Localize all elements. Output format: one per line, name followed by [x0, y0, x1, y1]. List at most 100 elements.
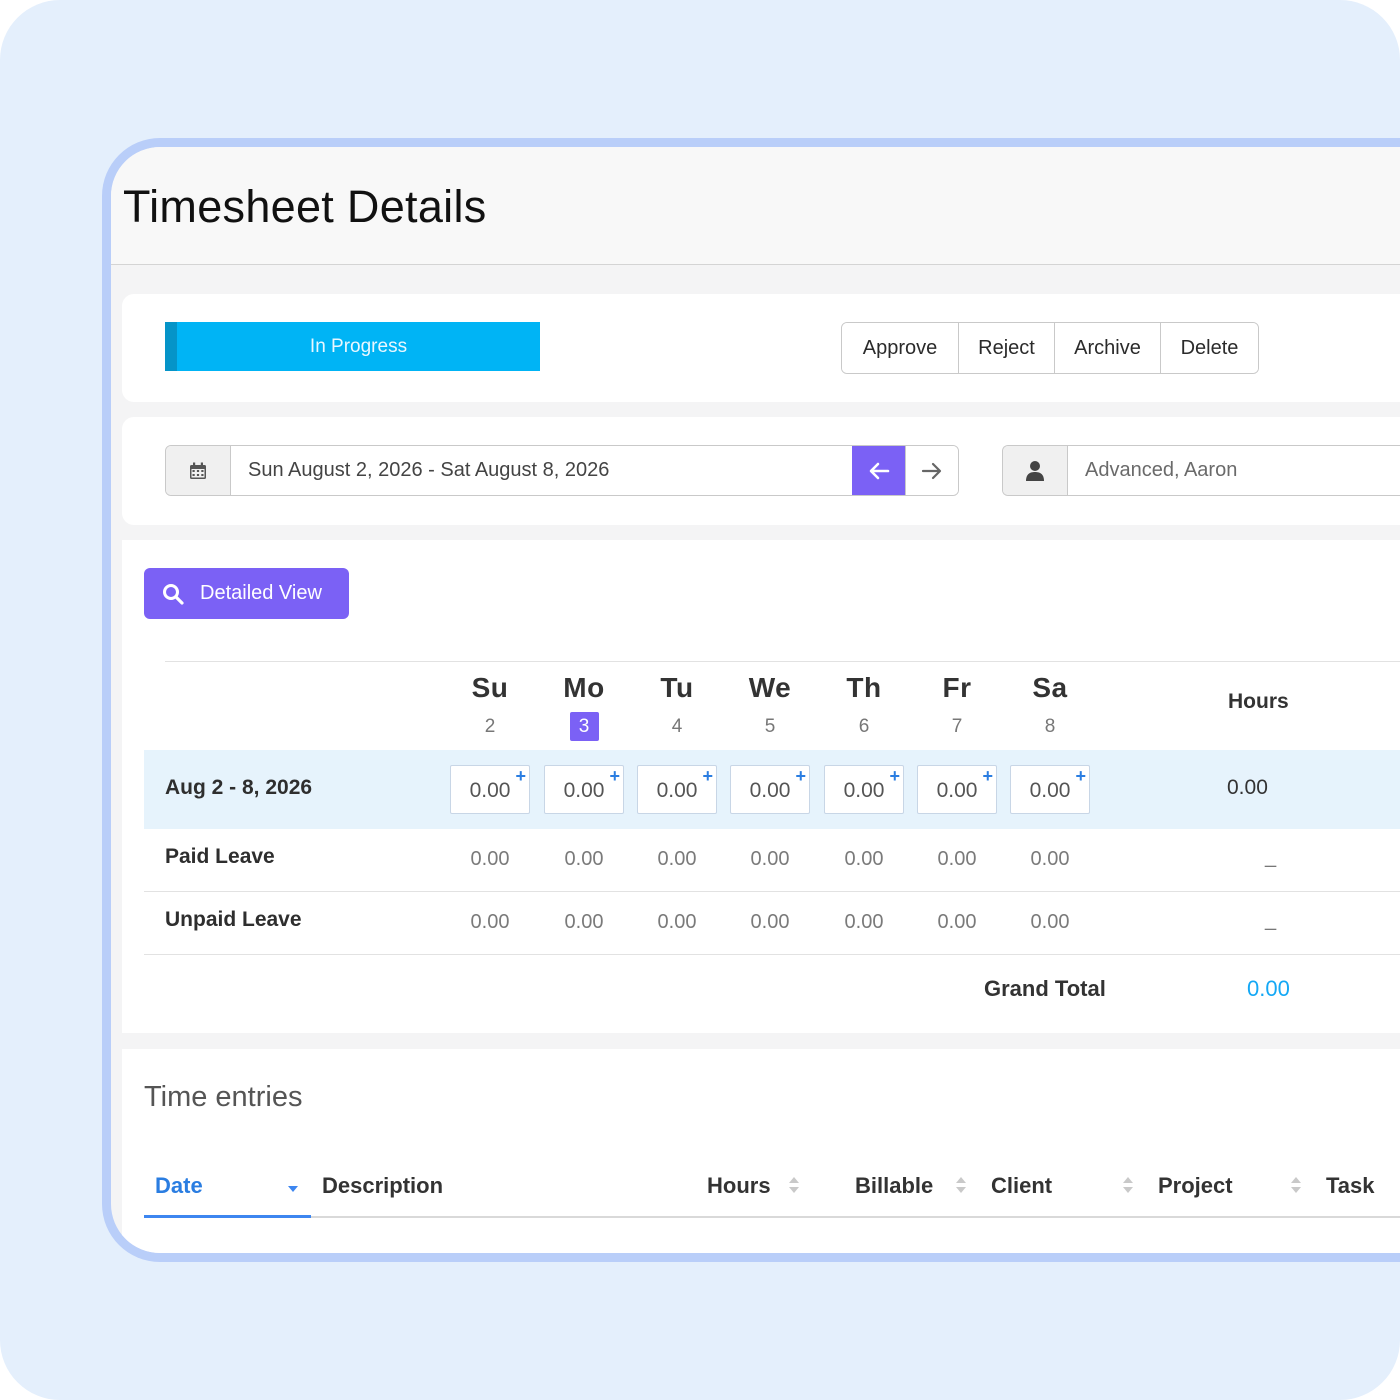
- today-badge: 3: [569, 712, 599, 741]
- leave-label: Unpaid Leave: [165, 908, 302, 931]
- hours-input-sa[interactable]: 0.00 +: [1010, 765, 1090, 814]
- week-total-hours: 0.00: [1227, 776, 1268, 799]
- column-header-client[interactable]: Client: [991, 1173, 1052, 1199]
- reject-button[interactable]: Reject: [959, 323, 1055, 373]
- column-header-date[interactable]: Date: [155, 1173, 203, 1199]
- delete-button[interactable]: Delete: [1161, 323, 1258, 373]
- day-header-su: Su 2: [450, 672, 530, 742]
- sort-icon[interactable]: [787, 1174, 801, 1196]
- day-header-mo: Mo 3: [544, 672, 624, 742]
- day-number: 5: [764, 716, 776, 737]
- leave-label: Paid Leave: [165, 845, 275, 868]
- leave-value: 0.00: [657, 848, 697, 870]
- day-name: Th: [846, 672, 882, 703]
- hours-input-value: 0.00: [563, 779, 605, 802]
- grand-total-value: 0.00: [1247, 976, 1290, 1001]
- sort-desc-icon[interactable]: [286, 1174, 300, 1196]
- hours-input-value: 0.00: [469, 779, 511, 802]
- user-name: Advanced, Aaron: [1085, 459, 1238, 481]
- hours-input-th[interactable]: 0.00 +: [824, 765, 904, 814]
- status-card: In Progress Approve Reject Archive Delet…: [122, 294, 1400, 402]
- hours-input-fr[interactable]: 0.00 +: [917, 765, 997, 814]
- leave-value: 0.00: [564, 848, 604, 870]
- active-sort-underline: [144, 1215, 311, 1218]
- leave-value: 0.00: [937, 911, 977, 933]
- hours-input-su[interactable]: 0.00 +: [450, 765, 530, 814]
- hours-input-tu[interactable]: 0.00 +: [637, 765, 717, 814]
- column-header-project[interactable]: Project: [1158, 1173, 1233, 1199]
- leave-value: 0.00: [844, 848, 884, 870]
- calendar-icon[interactable]: [166, 446, 231, 495]
- hours-input-mo[interactable]: 0.00 +: [544, 765, 624, 814]
- date-range-picker: Sun August 2, 2026 - Sat August 8, 2026: [165, 445, 959, 496]
- day-header-th: Th 6: [824, 672, 904, 742]
- arrow-right-icon: [921, 462, 942, 479]
- day-name: We: [748, 672, 792, 703]
- detailed-view-label: Detailed View: [200, 582, 322, 604]
- plus-icon[interactable]: +: [609, 767, 620, 785]
- date-range-text[interactable]: Sun August 2, 2026 - Sat August 8, 2026: [231, 446, 852, 495]
- plus-icon[interactable]: +: [702, 767, 713, 785]
- sort-icon[interactable]: [1289, 1174, 1303, 1196]
- leave-value: 0.00: [937, 848, 977, 870]
- hours-input-value: 0.00: [843, 779, 885, 802]
- leave-value: 0.00: [750, 911, 790, 933]
- leave-value: 0.00: [1030, 911, 1070, 933]
- page-header: Timesheet Details: [111, 147, 1400, 265]
- day-name: Su: [471, 672, 509, 703]
- status-badge: In Progress: [165, 322, 540, 371]
- day-header-tu: Tu 4: [637, 672, 717, 742]
- user-icon: [1003, 446, 1068, 495]
- hours-input-value: 0.00: [749, 779, 791, 802]
- leave-value: 0.00: [470, 911, 510, 933]
- hours-input-value: 0.00: [1029, 779, 1071, 802]
- leave-value: 0.00: [750, 848, 790, 870]
- column-header-description[interactable]: Description: [322, 1173, 443, 1199]
- arrow-left-icon: [869, 462, 889, 479]
- day-header-fr: Fr 7: [917, 672, 997, 742]
- leave-value: 0.00: [1030, 848, 1070, 870]
- archive-button[interactable]: Archive: [1055, 323, 1161, 373]
- column-header-billable[interactable]: Billable: [855, 1173, 933, 1199]
- leave-value: 0.00: [844, 911, 884, 933]
- day-number: 4: [671, 716, 683, 737]
- leave-value: 0.00: [564, 911, 604, 933]
- next-week-button[interactable]: [905, 446, 958, 495]
- hours-input-value: 0.00: [936, 779, 978, 802]
- user-selector[interactable]: Advanced, Aaron: [1002, 445, 1400, 496]
- hours-input-value: 0.00: [656, 779, 698, 802]
- leave-total: _: [1265, 846, 1277, 868]
- plus-icon[interactable]: +: [1075, 767, 1086, 785]
- plus-icon[interactable]: +: [795, 767, 806, 785]
- approve-button[interactable]: Approve: [842, 323, 959, 373]
- weekly-grid-card: Detailed View Su 2 Mo 3 Tu 4 We 5 Th 6 F…: [122, 540, 1400, 1033]
- day-header-we: We 5: [730, 672, 810, 742]
- range-card: Sun August 2, 2026 - Sat August 8, 2026: [122, 417, 1400, 525]
- plus-icon[interactable]: +: [982, 767, 993, 785]
- hours-column-header: Hours: [1228, 690, 1289, 713]
- column-header-task[interactable]: Task: [1326, 1173, 1375, 1199]
- timesheet-window: Timesheet Details In Progress Approve Re…: [102, 138, 1400, 1262]
- column-header-hours[interactable]: Hours: [707, 1173, 771, 1199]
- day-number: 8: [1044, 716, 1056, 737]
- table-header-divider: [144, 1216, 1400, 1218]
- sort-icon[interactable]: [954, 1174, 968, 1196]
- plus-icon[interactable]: +: [889, 767, 900, 785]
- sort-icon[interactable]: [1121, 1174, 1135, 1196]
- previous-week-button[interactable]: [852, 446, 905, 495]
- leave-total: _: [1265, 909, 1277, 931]
- day-name: Sa: [1032, 672, 1068, 703]
- week-row-label: Aug 2 - 8, 2026: [165, 776, 313, 799]
- day-number-today: 3: [544, 712, 624, 742]
- detailed-view-button[interactable]: Detailed View: [144, 568, 349, 619]
- leave-value: 0.00: [470, 848, 510, 870]
- time-entries-card: Time entries Date Description Hours Bill…: [122, 1049, 1400, 1253]
- day-header-sa: Sa 8: [1010, 672, 1090, 742]
- day-number: 7: [951, 716, 963, 737]
- action-button-group: Approve Reject Archive Delete: [841, 322, 1259, 374]
- day-number: 2: [484, 716, 496, 737]
- grand-total-label: Grand Total: [984, 976, 1106, 1001]
- plus-icon[interactable]: +: [515, 767, 526, 785]
- hours-input-we[interactable]: 0.00 +: [730, 765, 810, 814]
- section-title: Time entries: [144, 1081, 303, 1113]
